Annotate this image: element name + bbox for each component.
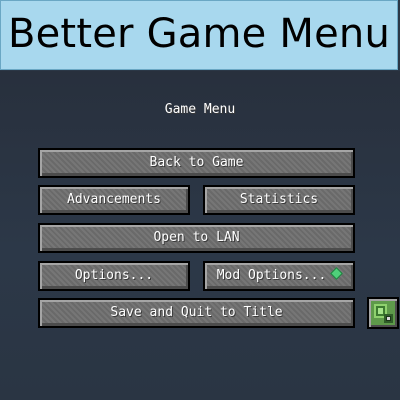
menu-title: Game Menu: [164, 102, 236, 117]
back-to-game-button[interactable]: Back to Game: [38, 148, 355, 178]
statistics-button[interactable]: Statistics: [203, 185, 355, 215]
mod-options-button[interactable]: Mod Options...: [203, 261, 355, 291]
save-and-quit-button[interactable]: Save and Quit to Title: [38, 298, 355, 328]
emerald-gem-icon: [330, 267, 344, 280]
advancements-label: Advancements: [67, 192, 161, 207]
options-label: Options...: [74, 268, 154, 283]
advancements-button[interactable]: Advancements: [38, 185, 190, 215]
save-and-quit-label: Save and Quit to Title: [110, 305, 283, 320]
back-to-game-label: Back to Game: [149, 155, 244, 170]
open-to-lan-label: Open to LAN: [153, 230, 240, 245]
statistics-label: Statistics: [239, 192, 319, 207]
feedback-icon-button[interactable]: [367, 297, 399, 329]
open-to-lan-button[interactable]: Open to LAN: [38, 223, 355, 253]
title-banner: Better Game Menu: [0, 0, 398, 70]
mod-options-label: Mod Options...: [216, 268, 327, 283]
options-button[interactable]: Options...: [38, 261, 190, 291]
banner-title: Better Game Menu: [7, 11, 390, 57]
world-map-icon: [371, 301, 395, 325]
